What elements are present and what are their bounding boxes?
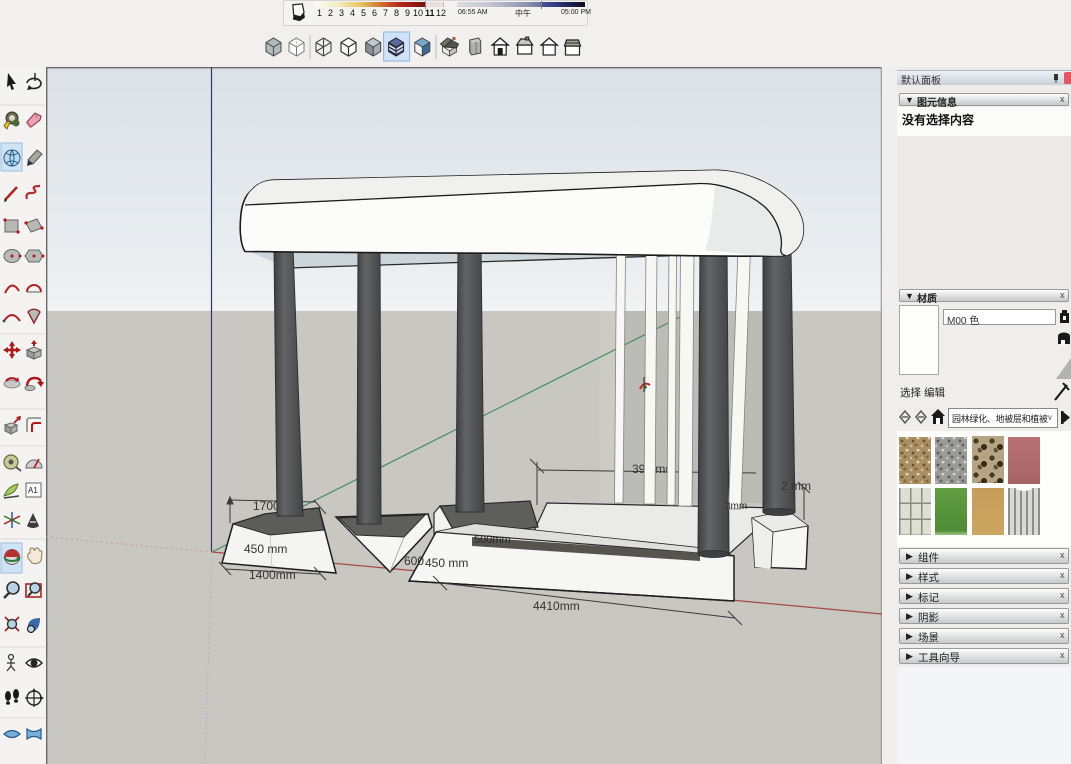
svg-text:600: 600 <box>404 554 424 568</box>
svg-text:A1: A1 <box>28 486 38 495</box>
svg-text:2 mm: 2 mm <box>781 479 811 493</box>
svg-text:3mm: 3mm <box>725 501 747 512</box>
svg-text:4410mm: 4410mm <box>533 599 580 613</box>
svg-text:500mm: 500mm <box>474 534 511 546</box>
svg-text:450 mm: 450 mm <box>425 556 468 570</box>
svg-text:450 mm: 450 mm <box>244 542 287 556</box>
svg-text:1400mm: 1400mm <box>249 568 296 582</box>
